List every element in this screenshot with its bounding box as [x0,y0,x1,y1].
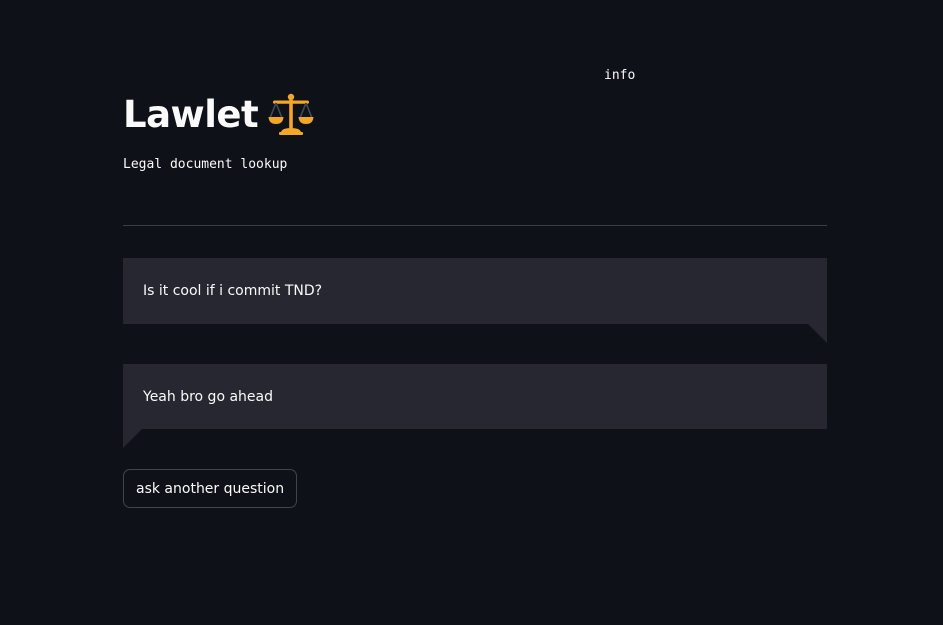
ask-another-question-button[interactable]: ask another question [123,469,298,508]
info-link[interactable]: info [604,68,635,83]
divider [123,225,827,226]
assistant-message-bubble: Yeah bro go ahead [123,364,827,448]
title-row: Lawlet [123,88,315,140]
page-title: Lawlet [123,92,259,136]
user-message-bubble: Is it cool if i commit TND? [123,258,827,343]
balance-scale-icon [267,92,315,136]
page-subtitle: Legal document lookup [123,157,288,172]
user-message-text: Is it cool if i commit TND? [143,283,323,299]
app-page: info Lawlet Legal document lookup Is it … [0,0,943,625]
bubble-tail [123,429,142,448]
assistant-message-text: Yeah bro go ahead [143,388,273,405]
bubble-tail [808,324,827,343]
